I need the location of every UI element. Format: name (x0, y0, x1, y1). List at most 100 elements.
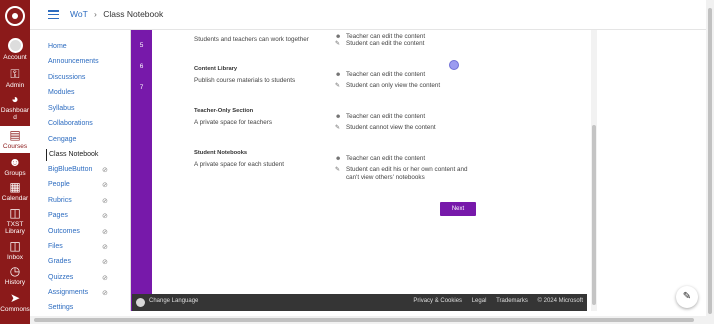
history-icon: ◷ (9, 264, 21, 278)
course-nav-class-notebook[interactable]: Class Notebook (46, 149, 126, 161)
step-number: 6 (139, 63, 144, 70)
permission-text: Student can edit his or her own content … (346, 166, 468, 173)
frame-scrollbar-thumb[interactable] (592, 125, 596, 305)
course-nav-files[interactable]: Files (48, 243, 128, 250)
section-title: Teacher-Only Section (194, 108, 254, 114)
copyright-text: © 2024 Microsoft (537, 298, 583, 304)
top-bar: WoT › Class Notebook (30, 0, 714, 30)
global-nav-label: Library (5, 228, 25, 235)
course-nav-cengage[interactable]: Cengage (48, 136, 128, 143)
global-nav-label: Calendar (1, 195, 29, 202)
course-nav-people[interactable]: People (48, 181, 128, 188)
course-nav-assignments[interactable]: Assignments (48, 289, 128, 296)
page-vertical-scrollbar[interactable] (706, 0, 714, 324)
section-title: Content Library (194, 66, 238, 72)
global-nav-label: Courses (2, 143, 28, 150)
hidden-eye-icon: ⊘ (102, 167, 108, 174)
global-nav-account[interactable]: Account (0, 38, 30, 61)
student-permission: ✎ Student cannot view the content (335, 124, 436, 131)
global-nav-courses[interactable]: ▤ Courses (0, 126, 30, 153)
dashboard-icon: ◕ (11, 92, 19, 106)
page-horizontal-scrollbar-thumb[interactable] (34, 318, 694, 322)
hidden-eye-icon: ⊘ (102, 198, 108, 205)
hamburger-menu-icon[interactable] (48, 10, 59, 20)
global-nav-dashboard[interactable]: ◕ Dashboar d (0, 92, 30, 121)
global-nav-label: Dashboar (0, 107, 30, 114)
next-button[interactable]: Next (440, 202, 476, 216)
course-nav-home[interactable]: Home (48, 43, 128, 50)
page-scrollbar-thumb[interactable] (708, 8, 712, 314)
global-nav-label: Account (3, 54, 27, 61)
permission-text: Student can edit the content (346, 40, 425, 47)
global-nav-library[interactable]: ◫ TXST Library (0, 206, 30, 235)
student-icon: ✎ (335, 125, 341, 131)
breadcrumb-course-link[interactable]: WoT (70, 9, 88, 19)
global-nav-groups[interactable]: ☻ Groups (0, 155, 30, 177)
course-nav-outcomes[interactable]: Outcomes (48, 228, 128, 235)
course-nav-discussions[interactable]: Discussions (48, 74, 128, 81)
course-nav-settings[interactable]: Settings (48, 304, 128, 311)
privacy-link[interactable]: Privacy & Cookies (413, 298, 462, 304)
teacher-permission: ☻ Teacher can edit the content (335, 71, 425, 78)
course-nav-pages[interactable]: Pages (48, 212, 128, 219)
course-nav-announcements[interactable]: Announcements (48, 58, 128, 65)
teacher-permission: ☻ Teacher can edit the content (335, 155, 425, 162)
global-nav-label: History (4, 279, 26, 286)
hidden-eye-icon: ⊘ (102, 213, 108, 220)
course-nav-modules[interactable]: Modules (48, 89, 128, 96)
teacher-icon: ☻ (335, 72, 342, 78)
section-description: Students and teachers can work together (194, 36, 309, 43)
admin-icon: ⚿ (10, 67, 20, 81)
institution-logo[interactable] (5, 6, 25, 26)
global-nav-label: Commons (0, 306, 30, 313)
course-nav-grades[interactable]: Grades (48, 258, 128, 265)
permission-text: Student can only view the content (346, 82, 441, 89)
library-icon: ◫ (9, 206, 21, 220)
permission-text: Teacher can edit the content (346, 155, 426, 162)
course-nav-collaborations[interactable]: Collaborations (48, 120, 128, 127)
avatar (7, 38, 23, 53)
class-notebook-frame: 5 6 7 Students and teachers can work tog… (130, 30, 597, 311)
student-permission: ✎ Student can edit the content (335, 40, 424, 47)
course-nav-syllabus[interactable]: Syllabus (48, 105, 128, 112)
section-title: Student Notebooks (194, 150, 248, 156)
trademarks-link[interactable]: Trademarks (496, 298, 528, 304)
footer-links: Privacy & Cookies Legal Trademarks © 202… (405, 298, 583, 304)
hidden-eye-icon: ⊘ (102, 290, 108, 297)
step-number: 7 (139, 84, 144, 91)
hidden-eye-icon: ⊘ (102, 244, 108, 251)
hidden-eye-icon: ⊘ (102, 275, 108, 282)
global-nav-inbox[interactable]: ◫ Inbox (0, 239, 30, 261)
canvas-page: Account ⚿ Admin ◕ Dashboar d ▤ Courses ☻… (0, 0, 714, 324)
teacher-icon: ☻ (335, 156, 342, 162)
global-nav-calendar[interactable]: ▦ Calendar (0, 180, 30, 202)
student-permission: ✎ Student can only view the content (335, 82, 440, 89)
teacher-icon: ☻ (335, 114, 342, 120)
teacher-permission: ☻ Teacher can edit the content (335, 33, 425, 40)
page-horizontal-scrollbar[interactable] (30, 316, 706, 324)
legal-link[interactable]: Legal (472, 298, 487, 304)
permission-text: Teacher can edit the content (346, 33, 426, 40)
frame-footer: Change Language Privacy & Cookies Legal … (132, 294, 587, 311)
global-nav-commons[interactable]: ➤ Commons (0, 291, 30, 313)
course-nav-rubrics[interactable]: Rubrics (48, 197, 128, 204)
breadcrumb: WoT › Class Notebook (70, 9, 163, 19)
calendar-icon: ▦ (9, 180, 21, 194)
commons-icon: ➤ (9, 291, 21, 305)
global-nav-admin[interactable]: ⚿ Admin (0, 67, 30, 89)
global-nav-history[interactable]: ◷ History (0, 264, 30, 286)
permission-text: Teacher can edit the content (346, 113, 426, 120)
frame-scrollbar[interactable] (591, 30, 597, 311)
student-permission: ✎ Student can edit his or her own content… (335, 166, 467, 173)
edit-pencil-button[interactable]: ✎ (676, 286, 698, 308)
permission-text: Student cannot view the content (346, 124, 436, 131)
teacher-permission: ☻ Teacher can edit the content (335, 113, 425, 120)
change-language-link[interactable]: Change Language (149, 298, 198, 304)
course-nav-bigbluebutton[interactable]: BigBlueButton (48, 166, 128, 173)
section-description: Publish course materials to students (194, 77, 296, 84)
section-description: A private space for teachers (194, 119, 273, 126)
global-nav-label: d (13, 114, 17, 121)
pencil-icon: ✎ (682, 291, 692, 302)
course-nav-quizzes[interactable]: Quizzes (48, 274, 128, 281)
global-nav-label: Inbox (7, 254, 23, 261)
